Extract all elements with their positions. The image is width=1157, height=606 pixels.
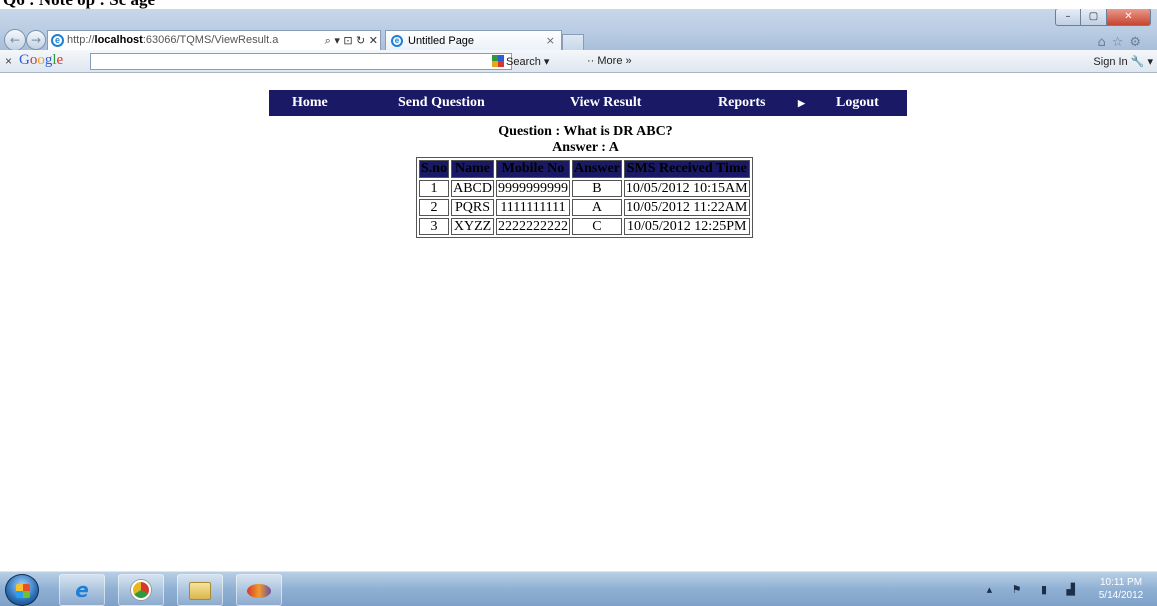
google-toolbar: × Google Search ▾ ·· More » Sign In 🔧 ▾ — [0, 50, 1157, 73]
google-search-input[interactable] — [90, 53, 512, 70]
column-header-mobile: Mobile No — [495, 160, 570, 178]
cell-sno: 1 — [419, 180, 450, 197]
results-table: S.no Name Mobile No Answer SMS Received … — [416, 157, 753, 238]
submenu-arrow-icon: ▶ — [798, 98, 805, 108]
address-bar-tools-icons[interactable]: ⌕ ▾ ⊡ ↻ ✕ — [321, 31, 378, 50]
table-header-row: S.no Name Mobile No Answer SMS Received … — [419, 160, 750, 178]
column-header-sms-time: SMS Received Time — [623, 160, 750, 178]
nav-send-question-link[interactable]: Send Question — [398, 90, 485, 116]
nav-home-link[interactable]: Home — [292, 90, 328, 116]
close-window-button[interactable]: ✕ — [1107, 8, 1151, 26]
clock-date: 5/14/2012 — [1098, 590, 1144, 601]
browser-chrome: ← → e http://localhost:63066/TQMS/ViewRe… — [0, 8, 1157, 52]
clock-time: 10:11 PM — [1099, 577, 1143, 588]
tab-title: Untitled Page — [408, 35, 475, 47]
cell-mobile: 1111111111 — [495, 199, 570, 216]
more-button[interactable]: ·· More » — [587, 55, 632, 67]
cell-sno: 2 — [419, 199, 450, 216]
column-header-sno: S.no — [419, 160, 450, 178]
google-search-button[interactable]: Search ▾ — [492, 55, 549, 68]
table-row: 3 XYZZ 2222222222 C 10/05/2012 12:25PM — [419, 218, 750, 235]
url-path: :63066/TQMS/ViewResult.a — [142, 34, 279, 46]
minimize-button[interactable]: – — [1055, 8, 1081, 26]
search-button-label: Search ▾ — [506, 56, 550, 68]
url-scheme: http:// — [67, 34, 95, 46]
cell-mobile: 9999999999 — [495, 180, 570, 197]
window-controls: – ▢ ✕ — [1055, 8, 1151, 26]
folder-icon — [189, 582, 211, 600]
toolbar-close-icon[interactable]: × — [5, 54, 12, 68]
taskbar-visual-studio[interactable] — [236, 574, 282, 606]
maximize-button[interactable]: ▢ — [1081, 8, 1107, 26]
forward-button[interactable]: → — [26, 30, 46, 50]
logo-letter: e — [56, 52, 64, 68]
chrome-icon — [131, 580, 151, 600]
cell-mobile: 2222222222 — [495, 218, 570, 235]
url-host: localhost — [94, 34, 143, 46]
sign-in-button[interactable]: Sign In 🔧 ▾ — [1093, 55, 1153, 68]
nav-reports-link[interactable]: Reports — [718, 90, 765, 116]
answer-text: Answer : A — [552, 140, 619, 155]
address-bar[interactable]: e http://localhost:63066/TQMS/ViewResult… — [47, 30, 381, 51]
url-text[interactable]: http://localhost:63066/TQMS/ViewResult.a — [67, 31, 278, 50]
logo-letter: G — [19, 52, 30, 68]
logo-letter: o — [37, 52, 45, 68]
cell-sno: 3 — [419, 218, 450, 235]
google-icon — [492, 55, 504, 67]
windows-taskbar: e ▴ ⚑ ▮ ▟ 10:11 PM 5/14/2012 — [0, 571, 1157, 606]
nav-logout-link[interactable]: Logout — [836, 90, 879, 116]
cell-answer: B — [571, 180, 622, 197]
cell-sms-time: 10/05/2012 10:15AM — [623, 180, 750, 197]
windows-logo-icon — [16, 584, 30, 598]
table-row: 1 ABCD 9999999999 B 10/05/2012 10:15AM — [419, 180, 750, 197]
visual-studio-icon — [247, 584, 271, 598]
cell-name: XYZZ — [451, 218, 494, 235]
document-heading: Q6 : Note op : Sc age — [0, 0, 1157, 9]
ie-tab-icon: e — [391, 35, 403, 47]
site-nav-bar: Home Send Question View Result Reports ▶… — [269, 90, 907, 116]
table-row: 2 PQRS 1111111111 A 10/05/2012 11:22AM — [419, 199, 750, 216]
ie-page-icon: e — [51, 34, 64, 47]
google-logo: Google — [19, 52, 63, 69]
tray-icons[interactable]: ▴ ⚑ ▮ ▟ — [987, 583, 1083, 596]
column-header-answer: Answer — [571, 160, 622, 178]
cell-sms-time: 10/05/2012 11:22AM — [623, 199, 750, 216]
back-button[interactable]: ← — [4, 29, 26, 51]
tab-close-icon[interactable]: × — [546, 31, 555, 51]
taskbar-chrome[interactable] — [118, 574, 164, 606]
cell-name: ABCD — [451, 180, 494, 197]
tab-untitled-page[interactable]: e Untitled Page × — [385, 30, 562, 52]
cell-sms-time: 10/05/2012 12:25PM — [623, 218, 750, 235]
start-button[interactable] — [5, 574, 39, 606]
taskbar-file-explorer[interactable] — [177, 574, 223, 606]
taskbar-internet-explorer[interactable]: e — [59, 574, 105, 606]
question-text: Question : What is DR ABC? — [498, 124, 673, 139]
cell-name: PQRS — [451, 199, 494, 216]
ie-icon: e — [75, 578, 89, 602]
nav-view-result-link[interactable]: View Result — [570, 90, 641, 116]
cell-answer: C — [571, 218, 622, 235]
home-favorites-tools-icons[interactable]: ⌂☆⚙ — [1097, 35, 1147, 50]
clock[interactable]: 10:11 PM 5/14/2012 — [1093, 576, 1149, 602]
column-header-name: Name — [451, 160, 494, 178]
cell-answer: A — [571, 199, 622, 216]
